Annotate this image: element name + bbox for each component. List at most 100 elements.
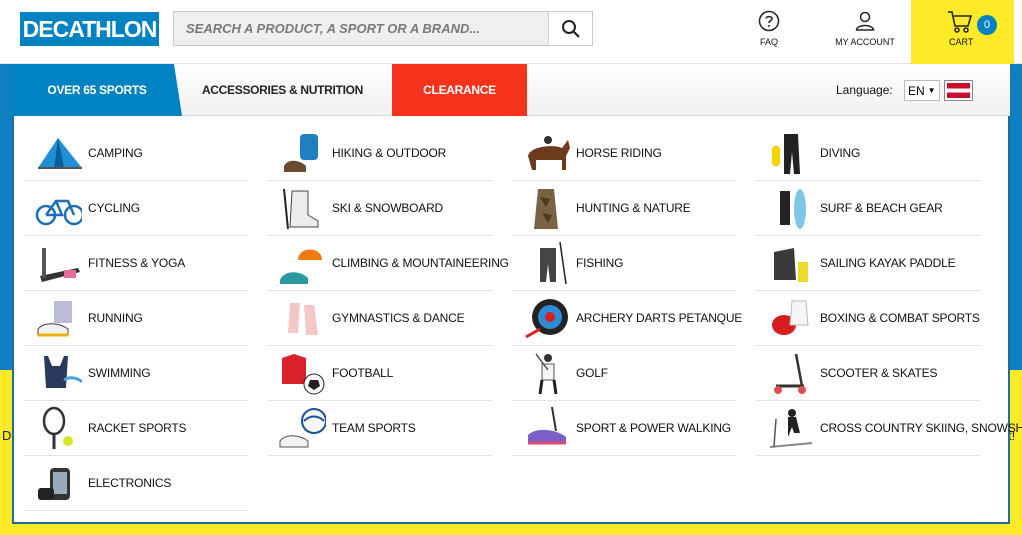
- boxing-gloves-icon: [764, 294, 816, 342]
- helmet-icon: [276, 239, 328, 287]
- menu-item-label: SKI & SNOWBOARD: [332, 201, 444, 215]
- racket-icon: [32, 404, 84, 452]
- menu-item-swimming[interactable]: SWIMMING: [24, 346, 248, 401]
- dartboard-icon: [520, 294, 572, 342]
- treadmill-icon: [32, 239, 84, 287]
- menu-item-label: FISHING: [576, 256, 624, 270]
- menu-item-ski-snowboard[interactable]: SKI & SNOWBOARD: [268, 181, 492, 236]
- menu-item-camping[interactable]: CAMPING: [24, 126, 248, 181]
- cart-button[interactable]: 0 CART: [911, 0, 1014, 64]
- menu-item-label: FITNESS & YOGA: [88, 256, 186, 270]
- tent-icon: [32, 129, 84, 177]
- menu-item-label: ELECTRONICS: [88, 476, 172, 490]
- cart-count-badge: 0: [977, 15, 997, 35]
- account-label: MY ACCOUNT: [835, 37, 895, 47]
- menu-item-label: SPORT & POWER WALKING: [576, 421, 731, 435]
- ski-boot-icon: [276, 184, 328, 232]
- menu-item-label: SCOOTER & SKATES: [820, 366, 938, 380]
- search-input[interactable]: [174, 12, 548, 45]
- menu-item-archery-darts-petanque[interactable]: ARCHERY DARTS PETANQUE: [512, 291, 742, 346]
- tab-clearance[interactable]: CLEARANCE: [392, 64, 527, 116]
- menu-item-sailing-kayak-paddle[interactable]: SAILING KAYAK PADDLE: [756, 236, 980, 291]
- tab-over-65-sports[interactable]: OVER 65 SPORTS: [12, 64, 182, 116]
- tab-accessories-nutrition[interactable]: ACCESSORIES & NUTRITION: [190, 64, 375, 116]
- ballet-shoe-icon: [276, 294, 328, 342]
- sports-menu-panel: CAMPING CYCLING FITNESS & YOGA RUNNING SWIMM…: [12, 116, 1022, 524]
- menu-item-label: RUNNING: [88, 311, 143, 325]
- menu-item-hunting-nature[interactable]: HUNTING & NATURE: [512, 181, 736, 236]
- menu-item-electronics[interactable]: ELECTRONICS: [24, 456, 248, 511]
- menu-item-fishing[interactable]: FISHING: [512, 236, 736, 291]
- menu-item-hiking-outdoor[interactable]: HIKING & OUTDOOR: [268, 126, 492, 181]
- menu-item-label: TEAM SPORTS: [332, 421, 416, 435]
- gps-watch-icon: [32, 459, 84, 507]
- sailing-jacket-icon: [764, 239, 816, 287]
- surfboard-icon: [764, 184, 816, 232]
- menu-item-surf-beach-gear[interactable]: SURF & BEACH GEAR: [756, 181, 980, 236]
- main-nav: OVER 65 SPORTS ACCESSORIES & NUTRITION C…: [12, 64, 1010, 116]
- menu-item-football[interactable]: FOOTBALL: [268, 346, 492, 401]
- search-button[interactable]: [548, 12, 592, 45]
- bicycle-icon: [32, 184, 84, 232]
- country-flag-button[interactable]: [944, 80, 973, 101]
- menu-item-label: SAILING KAYAK PADDLE: [820, 256, 956, 270]
- menu-item-label: GOLF: [576, 366, 608, 380]
- swimsuit-icon: [32, 349, 84, 397]
- logo-text: DECATHLON: [22, 15, 158, 42]
- menu-item-label: GYMNASTICS & DANCE: [332, 311, 465, 325]
- flag-icon: [947, 83, 970, 98]
- menu-item-sport-power-walking[interactable]: SPORT & POWER WALKING: [512, 401, 736, 456]
- menu-item-label: CYCLING: [88, 201, 140, 215]
- cart-label: CART: [949, 37, 974, 47]
- camouflage-icon: [520, 184, 572, 232]
- menu-item-team-sports[interactable]: TEAM SPORTS: [268, 401, 492, 456]
- menu-item-golf[interactable]: GOLF: [512, 346, 736, 401]
- faq-label: FAQ: [759, 37, 778, 47]
- backpack-icon: [276, 129, 328, 177]
- chevron-down-icon: ▼: [927, 86, 936, 95]
- language-select[interactable]: EN ▼: [904, 80, 940, 101]
- user-icon: [855, 11, 875, 31]
- horse-icon: [520, 129, 572, 177]
- menu-item-boxing-combat-sports[interactable]: BOXING & COMBAT SPORTS: [756, 291, 980, 346]
- diving-suit-icon: [764, 129, 816, 177]
- volleyball-icon: [276, 404, 328, 452]
- menu-item-label: HUNTING & NATURE: [576, 201, 691, 215]
- menu-item-label: FOOTBALL: [332, 366, 394, 380]
- menu-item-label: HIKING & OUTDOOR: [332, 146, 447, 160]
- menu-item-diving[interactable]: DIVING: [756, 126, 980, 181]
- my-account-link[interactable]: MY ACCOUNT: [830, 10, 900, 47]
- language-value: EN: [908, 83, 925, 98]
- menu-item-label: CLIMBING & MOUNTAINEERING: [332, 256, 509, 270]
- search-bar: [173, 11, 593, 46]
- running-shoe-icon: [32, 294, 84, 342]
- menu-item-cycling[interactable]: CYCLING: [24, 181, 248, 236]
- menu-item-label: SWIMMING: [88, 366, 151, 380]
- faq-link[interactable]: FAQ: [750, 10, 788, 47]
- walking-shoe-icon: [520, 404, 572, 452]
- menu-item-horse-riding[interactable]: HORSE RIDING: [512, 126, 736, 181]
- menu-item-label: DIVING: [820, 146, 861, 160]
- menu-item-running[interactable]: RUNNING: [24, 291, 248, 346]
- menu-item-label: CROSS COUNTRY SKIING, SNOWSHOES: [820, 421, 1022, 435]
- help-icon: [758, 10, 780, 32]
- menu-item-scooter-skates[interactable]: SCOOTER & SKATES: [756, 346, 980, 401]
- menu-item-label: SURF & BEACH GEAR: [820, 201, 943, 215]
- menu-item-label: ARCHERY DARTS PETANQUE: [576, 311, 743, 325]
- menu-item-label: HORSE RIDING: [576, 146, 662, 160]
- cross-country-skier-icon: [764, 404, 816, 452]
- menu-item-racket-sports[interactable]: RACKET SPORTS: [24, 401, 248, 456]
- site-header: DECATHLON FAQ MY ACCOUNT 0: [0, 0, 1022, 64]
- fishing-waders-icon: [520, 239, 572, 287]
- background-text-fragment: D: [2, 428, 12, 443]
- menu-item-gymnastics-dance[interactable]: GYMNASTICS & DANCE: [268, 291, 492, 346]
- golfer-icon: [520, 349, 572, 397]
- shopping-cart-icon: [948, 11, 973, 33]
- menu-item-climbing-mountaineering[interactable]: CLIMBING & MOUNTAINEERING: [268, 236, 509, 291]
- menu-item-fitness-yoga[interactable]: FITNESS & YOGA: [24, 236, 248, 291]
- football-icon: [276, 349, 328, 397]
- decathlon-logo[interactable]: DECATHLON: [20, 12, 159, 46]
- menu-item-label: CAMPING: [88, 146, 143, 160]
- menu-item-cross-country-skiing-snowshoes[interactable]: CROSS COUNTRY SKIING, SNOWSHOES: [756, 401, 1022, 456]
- menu-item-label: RACKET SPORTS: [88, 421, 187, 435]
